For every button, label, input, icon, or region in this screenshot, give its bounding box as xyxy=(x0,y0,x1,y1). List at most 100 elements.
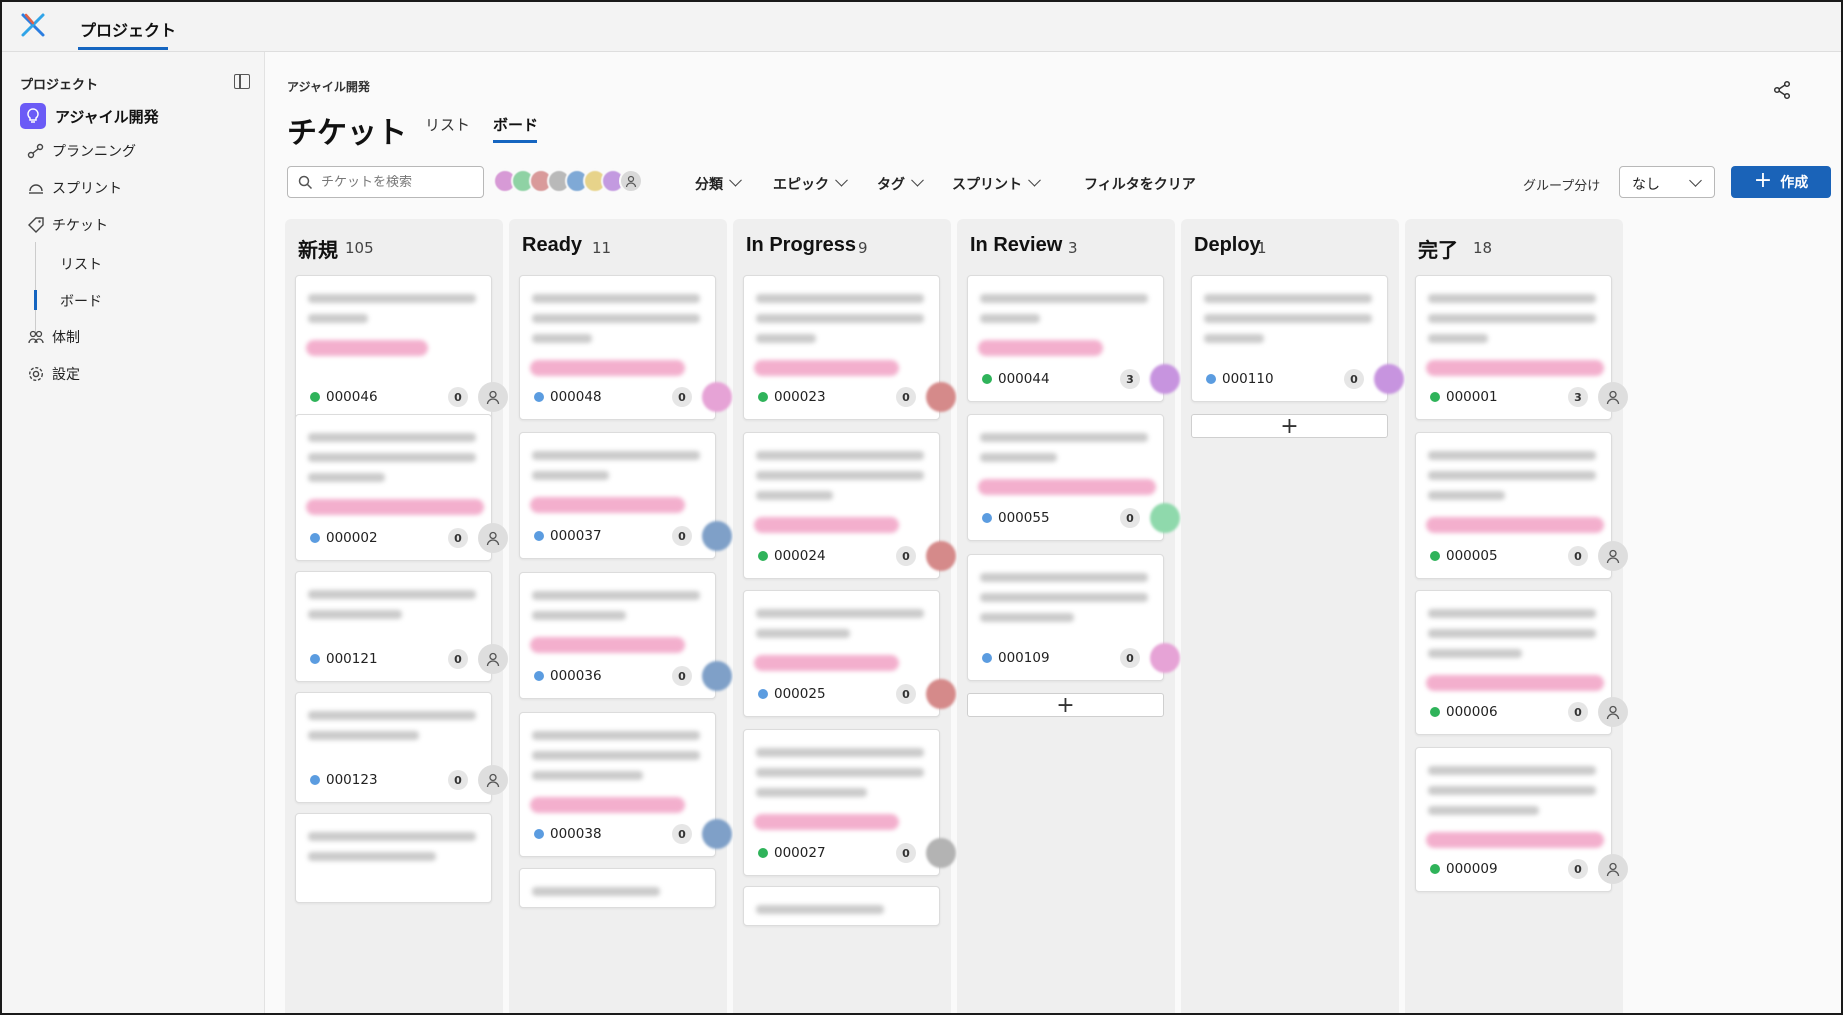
ticket-tag-redacted xyxy=(306,499,484,515)
ticket-card[interactable]: 000001 3 xyxy=(1415,275,1628,420)
ticket-card[interactable] xyxy=(295,813,492,903)
ticket-id: 000038 xyxy=(534,826,602,842)
column-title: Deploy xyxy=(1194,234,1261,256)
ticket-card[interactable]: 000046 0 xyxy=(295,275,508,420)
assignee-avatar[interactable] xyxy=(926,382,956,412)
ticket-id: 000037 xyxy=(534,528,602,544)
ticket-card[interactable]: 000037 0 xyxy=(519,432,732,559)
ticket-title-redacted xyxy=(532,751,700,760)
ticket-card[interactable] xyxy=(519,868,716,908)
filter-category[interactable]: 分類 xyxy=(695,173,742,194)
ticket-title-redacted xyxy=(756,294,924,303)
ticket-tag-redacted xyxy=(530,797,685,813)
add-card-button[interactable]: + xyxy=(967,693,1164,718)
unassigned-avatar[interactable] xyxy=(1598,854,1628,884)
app-logo-icon[interactable] xyxy=(20,12,46,38)
ticket-card[interactable]: 000002 0 xyxy=(295,414,508,561)
unassigned-avatar[interactable] xyxy=(1598,541,1628,571)
ticket-card[interactable]: 000048 0 xyxy=(519,275,732,420)
ticket-card[interactable] xyxy=(743,886,940,926)
ticket-card[interactable]: 000038 0 xyxy=(519,712,732,857)
sidebar-collapse-icon[interactable] xyxy=(234,74,250,89)
ticket-id-label: 000005 xyxy=(1446,548,1498,564)
filter-label: エピック xyxy=(773,177,829,193)
breadcrumb[interactable]: アジャイル開発 xyxy=(287,78,370,95)
create-button[interactable]: + 作成 xyxy=(1731,166,1831,198)
status-dot xyxy=(1206,374,1216,384)
clear-filter-button[interactable]: フィルタをクリア xyxy=(1084,174,1196,194)
ticket-id: 000110 xyxy=(1206,371,1274,387)
sidebar-item-sprint[interactable]: スプリント xyxy=(26,176,122,200)
top-bar: プロジェクト xyxy=(2,2,1841,52)
ticket-card[interactable]: 000006 0 xyxy=(1415,590,1628,735)
unassigned-avatar[interactable] xyxy=(478,382,508,412)
sidebar-item-team[interactable]: 体制 xyxy=(26,325,80,349)
ticket-title-redacted xyxy=(1428,786,1596,795)
assignee-avatar[interactable] xyxy=(702,819,732,849)
status-dot xyxy=(758,848,768,858)
column-count: 105 xyxy=(345,239,374,257)
search-box[interactable] xyxy=(287,166,484,198)
chevron-down-icon xyxy=(729,173,742,187)
add-card-button[interactable]: + xyxy=(1191,414,1388,439)
ticket-title-redacted xyxy=(1204,334,1264,343)
assignee-avatar[interactable] xyxy=(926,679,956,709)
ticket-title-redacted xyxy=(532,334,592,343)
ticket-card[interactable]: 000023 0 xyxy=(743,275,956,420)
ticket-card[interactable]: 000024 0 xyxy=(743,432,956,579)
unassigned-avatar[interactable] xyxy=(1598,382,1628,412)
ticket-card[interactable]: 000121 0 xyxy=(295,571,508,682)
ticket-card[interactable]: 000109 0 xyxy=(967,554,1180,681)
ticket-card[interactable]: 000025 0 xyxy=(743,590,956,717)
assignee-avatar[interactable] xyxy=(926,838,956,868)
ticket-id-label: 000121 xyxy=(326,651,378,667)
ticket-card[interactable]: 000123 0 xyxy=(295,692,508,803)
sidebar-item-planning[interactable]: プランニング xyxy=(26,139,136,163)
top-tab-project[interactable]: プロジェクト xyxy=(80,17,176,41)
ticket-title-redacted xyxy=(308,433,476,442)
person-icon xyxy=(1606,862,1620,877)
assignee-avatar[interactable] xyxy=(1374,364,1404,394)
search-input[interactable] xyxy=(321,174,471,190)
assignee-avatar[interactable] xyxy=(926,541,956,571)
ticket-card[interactable]: 000110 0 xyxy=(1191,275,1404,402)
tab-board[interactable]: ボード xyxy=(493,114,538,135)
group-by-select[interactable]: なし xyxy=(1619,166,1715,198)
ticket-title-redacted xyxy=(980,453,1057,462)
sidebar-item-ticket[interactable]: チケット xyxy=(26,213,108,237)
ticket-id: 000121 xyxy=(310,651,378,667)
ticket-id-label: 000009 xyxy=(1446,861,1498,877)
ticket-card[interactable]: 000009 0 xyxy=(1415,747,1628,892)
sidebar-subitem-board[interactable]: ボード xyxy=(60,291,102,311)
assignee-avatar[interactable] xyxy=(1150,643,1180,673)
unassigned-avatar[interactable] xyxy=(478,523,508,553)
ticket-card[interactable]: 000055 0 xyxy=(967,414,1180,541)
ticket-id-label: 000055 xyxy=(998,510,1050,526)
assignee-avatar[interactable] xyxy=(702,521,732,551)
unassigned-avatar[interactable] xyxy=(619,169,643,193)
ticket-title-redacted xyxy=(308,731,419,740)
group-by-label: グループ分け xyxy=(1523,179,1601,194)
tab-list[interactable]: リスト xyxy=(425,114,470,135)
board-column: 新規 105 000046 0 000002 0 000121 0 000123 0 xyxy=(285,219,508,1013)
unassigned-avatar[interactable] xyxy=(478,765,508,795)
ticket-card[interactable]: 000027 0 xyxy=(743,729,956,876)
status-dot xyxy=(310,533,320,543)
filter-tag[interactable]: タグ xyxy=(877,173,924,194)
sidebar-subitem-list[interactable]: リスト xyxy=(60,254,102,274)
filter-sprint[interactable]: スプリント xyxy=(952,173,1041,194)
ticket-card[interactable]: 000044 3 xyxy=(967,275,1180,402)
sidebar-item-settings[interactable]: 設定 xyxy=(26,362,80,386)
ticket-card[interactable]: 000005 0 xyxy=(1415,432,1628,579)
ticket-id-label: 000038 xyxy=(550,826,602,842)
unassigned-avatar[interactable] xyxy=(478,644,508,674)
sidebar-project-agile[interactable]: アジャイル開発 xyxy=(20,102,159,130)
assignee-avatar[interactable] xyxy=(702,382,732,412)
ticket-card[interactable]: 000036 0 xyxy=(519,572,732,699)
assignee-avatar[interactable] xyxy=(1150,503,1180,533)
assignee-avatar[interactable] xyxy=(1150,364,1180,394)
share-icon[interactable] xyxy=(1772,80,1792,100)
filter-epic[interactable]: エピック xyxy=(773,173,848,194)
assignee-avatar[interactable] xyxy=(702,661,732,691)
unassigned-avatar[interactable] xyxy=(1598,697,1628,727)
